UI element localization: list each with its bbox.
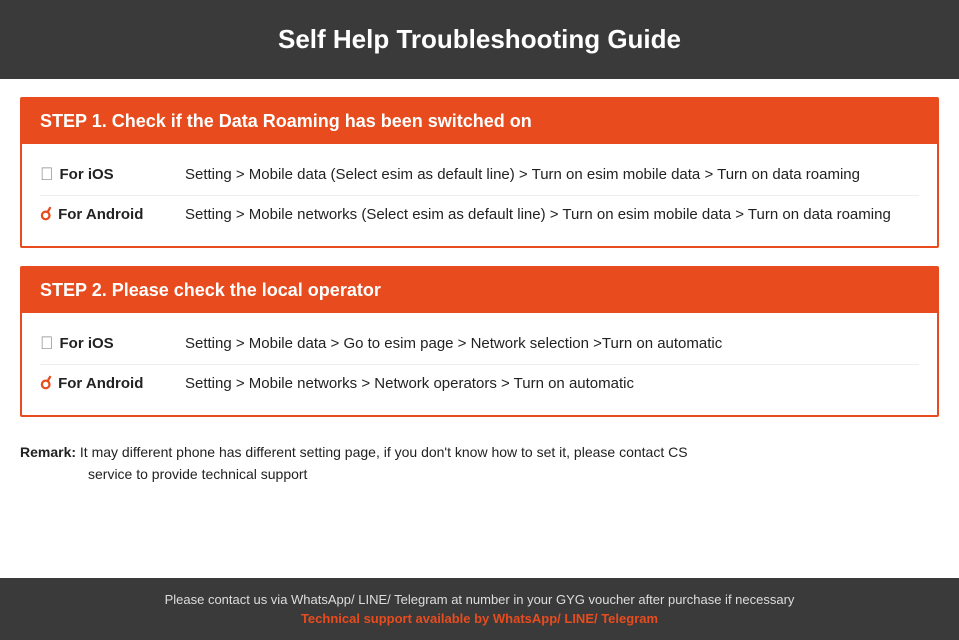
apple-icon: 	[40, 164, 54, 185]
page-header: Self Help Troubleshooting Guide	[0, 0, 959, 79]
step2-header: STEP 2. Please check the local operator	[22, 268, 937, 313]
step1-ios-row:  For iOS Setting > Mobile data (Select …	[40, 156, 919, 195]
remark-text: It may different phone has different set…	[80, 444, 688, 460]
step1-android-label: ☌ For Android	[40, 204, 185, 225]
step2-block: STEP 2. Please check the local operator …	[20, 266, 939, 417]
footer: Please contact us via WhatsApp/ LINE/ Te…	[0, 578, 959, 640]
step1-android-row: ☌ For Android Setting > Mobile networks …	[40, 195, 919, 235]
remark-label: Remark:	[20, 444, 76, 460]
main-content: STEP 1. Check if the Data Roaming has be…	[0, 79, 959, 578]
remark-block: Remark: It may different phone has diffe…	[20, 435, 939, 494]
step2-android-description: Setting > Mobile networks > Network oper…	[185, 373, 919, 396]
remark-text-line2: service to provide technical support	[20, 463, 939, 485]
step2-ios-row:  For iOS Setting > Mobile data > Go to …	[40, 325, 919, 364]
step1-body:  For iOS Setting > Mobile data (Select …	[22, 144, 937, 246]
step1-header: STEP 1. Check if the Data Roaming has be…	[22, 99, 937, 144]
apple-icon-2: 	[40, 333, 54, 354]
step1-android-description: Setting > Mobile networks (Select esim a…	[185, 204, 919, 227]
footer-main-text: Please contact us via WhatsApp/ LINE/ Te…	[20, 592, 939, 607]
step2-ios-description: Setting > Mobile data > Go to esim page …	[185, 333, 919, 356]
step2-header-text: STEP 2. Please check the local operator	[40, 280, 381, 300]
step1-ios-description: Setting > Mobile data (Select esim as de…	[185, 164, 919, 187]
page-title: Self Help Troubleshooting Guide	[278, 24, 681, 54]
footer-support-text: Technical support available by WhatsApp/…	[20, 611, 939, 626]
step2-ios-label:  For iOS	[40, 333, 185, 354]
step1-ios-label:  For iOS	[40, 164, 185, 185]
android-icon: ☌	[40, 204, 52, 225]
step1-block: STEP 1. Check if the Data Roaming has be…	[20, 97, 939, 248]
step2-body:  For iOS Setting > Mobile data > Go to …	[22, 313, 937, 415]
step2-android-row: ☌ For Android Setting > Mobile networks …	[40, 364, 919, 404]
step2-android-label: ☌ For Android	[40, 373, 185, 394]
step1-header-text: STEP 1. Check if the Data Roaming has be…	[40, 111, 532, 131]
android-icon-2: ☌	[40, 373, 52, 394]
